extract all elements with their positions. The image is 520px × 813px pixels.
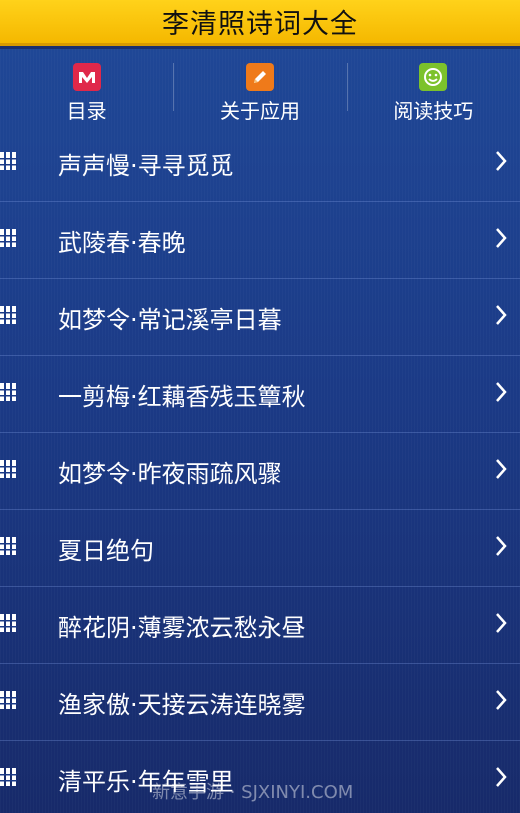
book-icon	[0, 381, 20, 407]
list-item-label: 武陵春·春晚	[58, 228, 186, 257]
book-icon	[0, 304, 20, 330]
nav-about-label: 关于应用	[219, 99, 300, 123]
nav-about[interactable]: 关于应用	[173, 49, 346, 125]
list-item-label: 渔家傲·天接云涛连晓雾	[58, 690, 306, 719]
book-icon	[0, 535, 20, 561]
book-icon	[0, 150, 20, 176]
list-item-label: 醉花阴·薄雾浓云愁永昼	[58, 613, 306, 642]
list-item[interactable]: 声声慢·寻寻觅觅	[0, 125, 520, 202]
pencil-icon	[245, 63, 274, 91]
chevron-right-icon	[494, 689, 508, 715]
chevron-right-icon	[494, 227, 508, 253]
top-nav: 目录 关于应用 阅读技巧	[0, 49, 520, 125]
chevron-right-icon	[494, 612, 508, 638]
chevron-right-icon	[494, 766, 508, 792]
chevron-right-icon	[494, 381, 508, 407]
list-item-label: 如梦令·常记溪亭日暮	[58, 305, 282, 334]
book-icon	[0, 458, 20, 484]
list-item[interactable]: 武陵春·春晚	[0, 202, 520, 279]
list-item[interactable]: 如梦令·昨夜雨疏风骤	[0, 433, 520, 510]
title-bar: 李清照诗词大全	[0, 0, 520, 46]
nav-catalog-label: 目录	[66, 99, 107, 123]
nav-catalog[interactable]: 目录	[0, 49, 173, 125]
list-item[interactable]: 夏日绝句	[0, 510, 520, 587]
main-content: 目录 关于应用 阅读技巧 声声慢·寻寻觅觅 武陵春·春晚 如梦令·常记溪亭日暮 …	[0, 49, 520, 813]
smiley-icon	[419, 63, 448, 91]
menu-m-icon	[72, 63, 101, 91]
list-item-label: 声声慢·寻寻觅觅	[58, 151, 234, 180]
list-item[interactable]: 醉花阴·薄雾浓云愁永昼	[0, 587, 520, 664]
poem-list: 声声慢·寻寻觅觅 武陵春·春晚 如梦令·常记溪亭日暮 一剪梅·红藕香残玉簟秋 如…	[0, 125, 520, 813]
list-item[interactable]: 渔家傲·天接云涛连晓雾	[0, 664, 520, 741]
book-icon	[0, 612, 20, 638]
list-item[interactable]: 一剪梅·红藕香残玉簟秋	[0, 356, 520, 433]
book-icon	[0, 766, 20, 792]
chevron-right-icon	[494, 304, 508, 330]
list-item-label: 一剪梅·红藕香残玉簟秋	[58, 382, 306, 411]
list-item[interactable]: 如梦令·常记溪亭日暮	[0, 279, 520, 356]
chevron-right-icon	[494, 458, 508, 484]
chevron-right-icon	[494, 535, 508, 561]
watermark: 新意手游 · SJXINYI.COM	[152, 782, 354, 803]
nav-tips[interactable]: 阅读技巧	[346, 49, 520, 125]
list-item-label: 如梦令·昨夜雨疏风骤	[58, 459, 282, 488]
list-item-label: 夏日绝句	[58, 536, 154, 565]
book-icon	[0, 689, 20, 715]
app-title: 李清照诗词大全	[162, 9, 358, 40]
book-icon	[0, 227, 20, 253]
chevron-right-icon	[494, 150, 508, 176]
nav-tips-label: 阅读技巧	[393, 99, 474, 123]
